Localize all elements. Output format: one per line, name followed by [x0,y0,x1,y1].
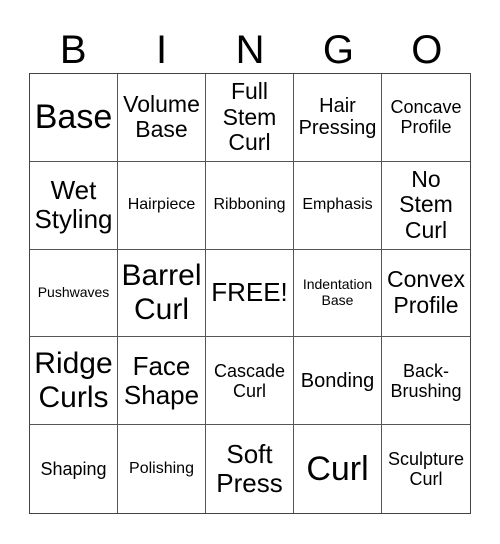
bingo-cell[interactable]: Hairpiece [118,161,206,250]
bingo-cell[interactable]: Ridge Curls [30,337,118,426]
header-letter-b: B [59,28,87,72]
bingo-card-grid: Base Volume Base Full Stem Curl Hair Pre… [29,73,471,514]
bingo-cell[interactable]: Convex Profile [382,250,470,338]
header-letter-g: G [322,28,354,72]
bingo-cell[interactable]: Cascade Curl [206,337,294,426]
free-space[interactable]: FREE! [206,249,294,338]
bingo-cell[interactable]: Face Shape [118,337,206,426]
bingo-cell[interactable]: Soft Press [206,425,294,513]
header-letter-n: N [235,28,265,72]
bingo-cell[interactable]: Concave Profile [382,74,470,162]
bingo-cell[interactable]: Ribboning [206,161,294,250]
bingo-cell[interactable]: Shaping [30,425,118,513]
bingo-cell[interactable]: Base [30,74,118,162]
bingo-cell[interactable]: Pushwaves [30,249,118,338]
bingo-cell[interactable]: No Stem Curl [382,162,470,250]
bingo-cell[interactable]: Indentation Base [294,249,382,338]
bingo-cell[interactable]: Wet Styling [30,161,118,250]
bingo-cell[interactable]: Bonding [294,337,382,426]
bingo-cell[interactable]: Back-Brushing [382,337,470,426]
bingo-cell[interactable]: Polishing [118,425,206,513]
bingo-cell[interactable]: Sculpture Curl [382,425,470,513]
bingo-cell[interactable]: Barrel Curl [118,249,206,338]
bingo-cell[interactable]: Emphasis [294,161,382,250]
bingo-cell[interactable]: Volume Base [118,74,206,162]
bingo-cell[interactable]: Full Stem Curl [206,74,294,162]
bingo-cell[interactable]: Hair Pressing [294,74,382,162]
header-letter-i: I [156,28,168,72]
header-letter-o: O [411,28,443,72]
bingo-header: B I N G O [29,28,471,72]
bingo-cell[interactable]: Curl [294,425,382,513]
